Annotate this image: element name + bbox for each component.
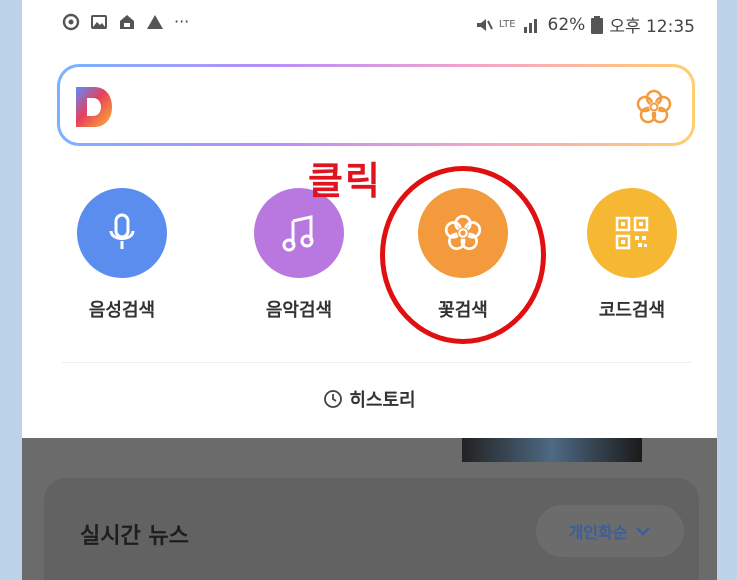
divider	[62, 362, 692, 363]
search-input[interactable]	[60, 67, 692, 143]
chevron-down-icon	[636, 527, 651, 536]
daum-logo-icon	[76, 87, 112, 127]
voice-search-circle[interactable]	[77, 188, 167, 278]
signal-icon	[523, 18, 537, 33]
history-button[interactable]: 히스토리	[22, 386, 717, 412]
music-search-button[interactable]: 음악검색	[244, 188, 354, 322]
history-label: 히스토리	[349, 390, 416, 411]
clock-icon	[324, 390, 343, 408]
sort-dropdown[interactable]: 개인화순	[536, 505, 684, 557]
warning-icon	[147, 14, 163, 29]
network-type: LTE	[498, 19, 516, 30]
sort-label: 개인화순	[568, 523, 628, 542]
click-annotation-circle	[380, 166, 546, 344]
phone-screen: ··· LTE 62% 오후 12:35 음성검색 음악검색 꽃검색 코드검색 …	[22, 0, 717, 580]
mute-icon	[476, 18, 493, 31]
click-annotation-label: 클릭	[308, 159, 382, 203]
battery-percent: 62%	[547, 14, 586, 35]
voice-search-label: 음성검색	[88, 300, 156, 321]
news-card: 실시간 뉴스 개인화순	[44, 478, 699, 580]
status-right: LTE 62% 오후 12:35	[475, 12, 695, 37]
status-bar: ··· LTE 62% 오후 12:35	[22, 0, 717, 48]
clock: 오후 12:35	[609, 17, 695, 37]
search-bar[interactable]	[57, 64, 695, 146]
more-notifications: ···	[174, 12, 190, 31]
battery-icon	[591, 15, 604, 34]
music-search-label: 음악검색	[265, 300, 333, 321]
qr-code-icon	[615, 216, 649, 250]
voice-search-button[interactable]: 음성검색	[67, 188, 177, 322]
news-thumbnail	[462, 438, 642, 462]
threads-icon	[62, 13, 80, 30]
music-note-icon	[282, 215, 314, 252]
news-section-title: 실시간 뉴스	[80, 524, 189, 549]
code-search-label: 코드검색	[598, 300, 666, 321]
microphone-icon	[109, 213, 135, 249]
flower-search-icon[interactable]	[634, 87, 674, 127]
status-left: ···	[62, 12, 189, 31]
gallery-icon	[91, 14, 107, 29]
code-search-button[interactable]: 코드검색	[577, 188, 687, 322]
code-search-circle[interactable]	[587, 188, 677, 278]
briefcase-icon	[120, 14, 134, 29]
